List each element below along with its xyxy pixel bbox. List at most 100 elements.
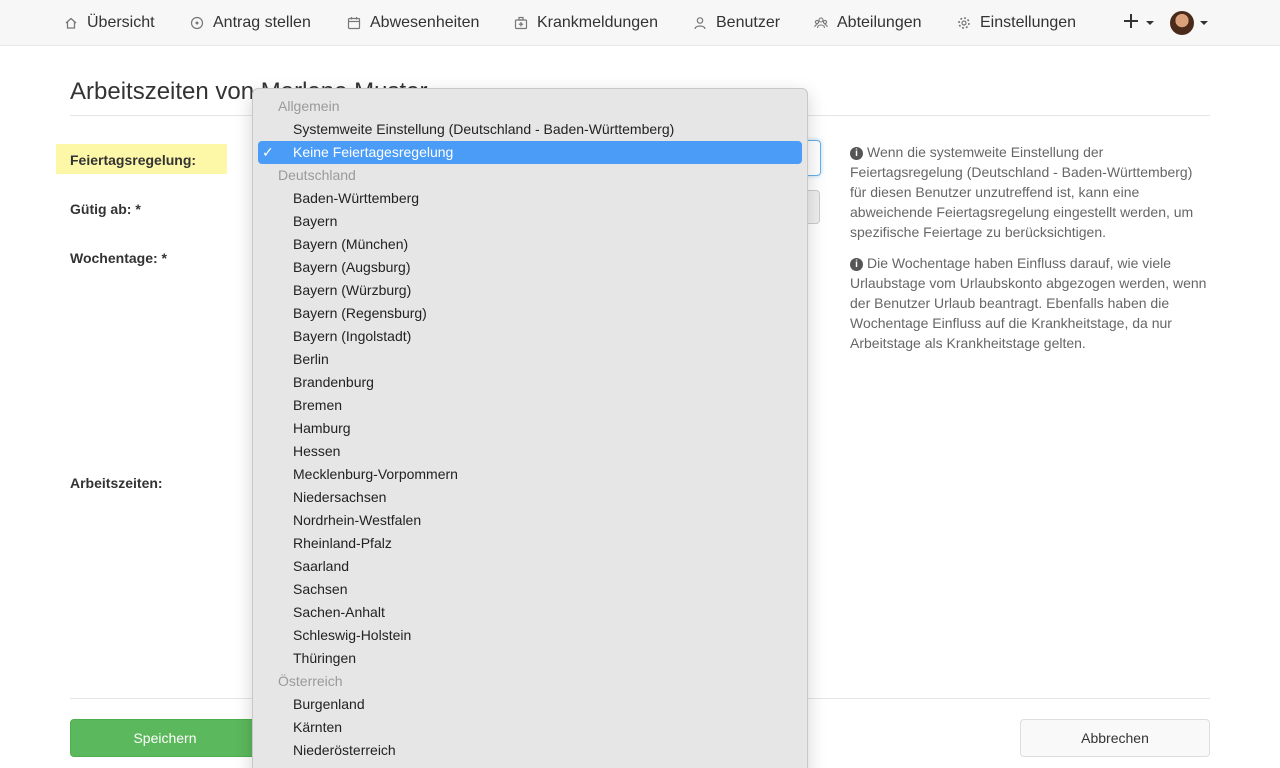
dropdown-option[interactable]: Bayern (Ingolstadt) [253,325,807,348]
dropdown-row-label: Rheinland-Pfalz [293,535,392,551]
dropdown-option[interactable]: Niedersachsen [253,486,807,509]
medical-bag-icon [514,16,528,30]
chevron-down-icon [1200,21,1208,25]
dropdown-option[interactable]: Sachen-Anhalt [253,601,807,624]
dropdown-option[interactable]: Hessen [253,440,807,463]
dropdown-option[interactable]: Bayern (Regensburg) [253,302,807,325]
nav-item-antrag-stellen[interactable]: Antrag stellen [190,0,311,46]
dropdown-option[interactable]: Saarland [253,555,807,578]
dropdown-option[interactable]: Bayern (Würzburg) [253,279,807,302]
user-menu-toggle[interactable] [1170,0,1208,46]
nav-item-abteilungen[interactable]: Abteilungen [814,0,922,46]
dropdown-row-label: Bayern (Würzburg) [293,282,412,298]
weekdays-help-body: Die Wochentage haben Einfluss darauf, wi… [850,255,1207,351]
dropdown-option[interactable]: Burgenland [253,693,807,716]
nav-item-abwesenheiten[interactable]: Abwesenheiten [347,0,479,46]
dropdown-option-selected[interactable]: ✓ Keine Feiertagesregelung [258,141,802,164]
checkmark-icon: ✓ [262,144,274,160]
dropdown-row-label: Österreich [278,673,343,689]
home-icon [64,16,78,30]
dropdown-group-header: Österreich [253,670,807,693]
worktimes-label: Arbeitszeiten: [70,475,163,491]
weekdays-label: Wochentage: * [70,250,167,266]
dropdown-option[interactable]: Schleswig-Holstein [253,624,807,647]
dropdown-option[interactable]: Rheinland-Pfalz [253,532,807,555]
circle-plus-icon [190,16,204,30]
dropdown-row-label: Berlin [293,351,329,367]
dropdown-row-label: Hamburg [293,420,351,436]
nav-label-antrag-stellen: Antrag stellen [213,14,311,31]
dropdown-group-header: Deutschland [253,164,807,187]
dropdown-option[interactable]: Sachsen [253,578,807,601]
weekdays-help-text: i Die Wochentage haben Einfluss darauf, w… [850,253,1212,353]
nav-item-krankmeldungen[interactable]: Krankmeldungen [514,0,658,46]
cancel-button[interactable]: Abbrechen [1020,719,1210,757]
dropdown-option[interactable]: Nordrhein-Westfalen [253,509,807,532]
calendar-icon [347,16,361,30]
gear-icon [957,16,971,30]
nav-label-einstellungen: Einstellungen [980,14,1077,31]
dropdown-row-label: Bayern (Ingolstadt) [293,328,412,344]
info-icon: i [850,147,863,160]
save-button[interactable]: Speichern [70,719,260,757]
dropdown-row-label: Bayern (Regensburg) [293,305,427,321]
dropdown-row-label: Nordrhein-Westfalen [293,512,422,528]
dropdown-option[interactable]: Kärnten [253,716,807,739]
dropdown-row-label: Burgenland [293,696,365,712]
holiday-help-text: i Wenn die systemweite Einstellung der Fe… [850,142,1212,242]
dropdown-row-label: Brandenburg [293,374,374,390]
holiday-rule-label: Feiertagsregelung: [70,152,197,168]
nav-label-abwesenheiten: Abwesenheiten [370,14,480,31]
nav-label-krankmeldungen: Krankmeldungen [537,14,658,31]
dropdown-row-label: Sachsen [293,581,348,597]
dropdown-row-label: Mecklenburg-Vorpommern [293,466,458,482]
dropdown-option[interactable]: Berlin [253,348,807,371]
nav-item-einstellungen[interactable]: Einstellungen [957,0,1076,46]
dropdown-row-label: Sachen-Anhalt [293,604,385,620]
nav-label-abteilungen: Abteilungen [837,14,922,31]
dropdown-option[interactable]: Bayern [253,210,807,233]
top-navbar: Übersicht Antrag stellen Abwesenheiten K… [0,0,1280,46]
avatar [1170,11,1194,35]
create-menu-toggle[interactable] [1122,0,1154,46]
nav-label-benutzer: Benutzer [716,14,781,31]
dropdown-option[interactable]: Thüringen [253,647,807,670]
dropdown-option[interactable]: Bayern (München) [253,233,807,256]
dropdown-row-label: Niederösterreich [293,742,396,758]
user-icon [693,16,707,30]
dropdown-row-label: Allgemein [278,98,340,114]
dropdown-option[interactable]: Bayern (Augsburg) [253,256,807,279]
dropdown-row-label: Systemweite Einstellung (Deutschland - B… [293,121,675,137]
chevron-down-icon [1146,21,1154,25]
dropdown-option[interactable]: Mecklenburg-Vorpommern [253,463,807,486]
nav-item-uebersicht[interactable]: Übersicht [64,0,155,46]
plus-icon [1122,12,1140,35]
dropdown-row-label: Niedersachsen [293,489,387,505]
dropdown-row-label: Bayern (Augsburg) [293,259,411,275]
dropdown-option[interactable]: Systemweite Einstellung (Deutschland - B… [253,118,807,141]
dropdown-option[interactable]: Bremen [253,394,807,417]
dropdown-row-label: Kärnten [293,719,343,735]
dropdown-row-label: Thüringen [293,650,357,666]
dropdown-group-header: Allgemein [253,95,807,118]
dropdown-row-label: Keine Feiertagesregelung [293,144,454,160]
dropdown-option[interactable]: Hamburg [253,417,807,440]
holiday-rule-dropdown[interactable]: Allgemein Systemweite Einstellung (Deutsc… [252,88,808,768]
valid-from-label: Gütig ab: * [70,201,141,217]
holiday-help-body: Wenn die systemweite Einstellung der Fei… [850,144,1194,240]
dropdown-row-label: Bayern (München) [293,236,409,252]
dropdown-option[interactable]: Niederösterreich [253,739,807,762]
nav-item-benutzer[interactable]: Benutzer [693,0,780,46]
nav-label-uebersicht: Übersicht [87,14,155,31]
dropdown-row-label: Bayern [293,213,338,229]
dropdown-option[interactable]: Brandenburg [253,371,807,394]
dropdown-row-label: Bremen [293,397,343,413]
group-icon [814,16,828,30]
dropdown-row-label: Schleswig-Holstein [293,627,412,643]
info-icon: i [850,258,863,271]
dropdown-row-label: Baden-Württemberg [293,190,420,206]
dropdown-row-label: Hessen [293,443,341,459]
dropdown-row-label: Saarland [293,558,350,574]
dropdown-row-label: Deutschland [278,167,356,183]
dropdown-option[interactable]: Baden-Württemberg [253,187,807,210]
